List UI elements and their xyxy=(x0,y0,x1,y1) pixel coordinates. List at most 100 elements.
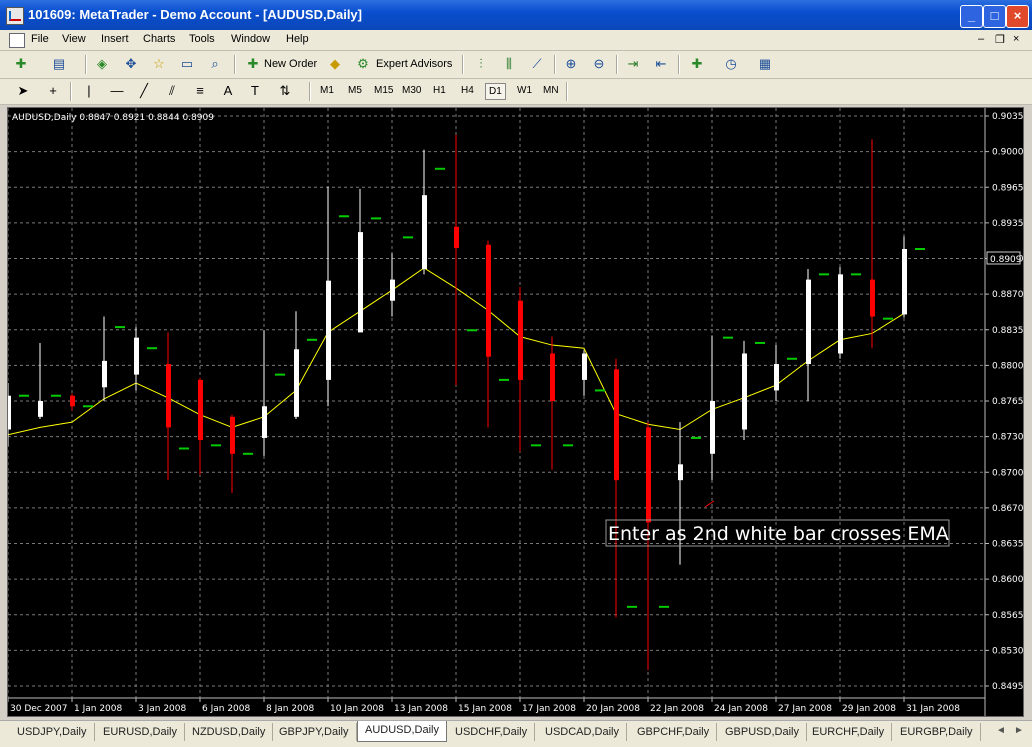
tab-audusd[interactable]: AUDUSD,Daily xyxy=(357,721,447,742)
timeframe-m5[interactable]: M5 xyxy=(348,85,362,96)
price-tick-label: 0.8700 xyxy=(992,468,1023,478)
standard-toolbar: ✚ ▤ ◈ ✥ ☆ ▭ ⌕ ✚ New Order ◆ ⚙ Expert Adv… xyxy=(0,51,1032,79)
tab-eurusd[interactable]: EURUSD,Daily xyxy=(96,723,185,741)
timeframe-mn[interactable]: MN xyxy=(543,85,559,96)
candle-body xyxy=(70,395,75,407)
periods-clock-icon[interactable]: ◷ xyxy=(722,56,740,72)
chart-window[interactable]: 0.90350.90000.89650.89350.89000.88700.88… xyxy=(7,107,1024,717)
tab-gbpjpy[interactable]: GBPJPY,Daily xyxy=(272,723,357,741)
candle-body xyxy=(8,395,11,430)
time-tick-label: 29 Jan 2008 xyxy=(842,704,896,714)
horizontal-line-icon[interactable]: — xyxy=(108,83,126,99)
tab-eurchf[interactable]: EURCHF,Daily xyxy=(805,723,893,741)
terminal-icon[interactable]: ▭ xyxy=(178,56,196,72)
zoom-in-icon[interactable]: ⊕ xyxy=(562,56,580,72)
time-tick-label: 24 Jan 2008 xyxy=(714,704,768,714)
menu-tools[interactable]: Tools xyxy=(189,33,215,45)
time-tick-label: 22 Jan 2008 xyxy=(650,704,704,714)
tab-scroll-left-icon[interactable]: ◄ xyxy=(996,725,1006,736)
candle xyxy=(102,316,107,401)
fibonacci-icon[interactable]: ≡ xyxy=(191,83,209,99)
price-tick-label: 0.8965 xyxy=(992,183,1023,193)
price-chart[interactable]: 0.90350.90000.89650.89350.89000.88700.88… xyxy=(8,108,1023,716)
zoom-out-icon[interactable]: ⊖ xyxy=(590,56,608,72)
timeframe-d1[interactable]: D1 xyxy=(485,83,506,100)
expert-advisors-icon[interactable]: ⚙ xyxy=(354,56,372,72)
mdi-minimize-button[interactable]: – xyxy=(978,33,984,45)
candlestick-icon[interactable]: ⫼ xyxy=(500,56,518,72)
candle-body xyxy=(422,195,427,270)
tab-gbpusd[interactable]: GBPUSD,Daily xyxy=(718,723,807,741)
menu-file[interactable]: File xyxy=(31,33,49,45)
candle-body xyxy=(678,464,683,481)
candle-body xyxy=(550,353,555,401)
tab-eurgbp[interactable]: EURGBP,Daily xyxy=(893,723,981,741)
tab-usdchf[interactable]: USDCHF,Daily xyxy=(448,723,536,741)
vertical-line-icon[interactable]: | xyxy=(80,83,98,99)
time-tick-label: 20 Jan 2008 xyxy=(586,704,640,714)
timeframe-m30[interactable]: M30 xyxy=(402,85,421,96)
timeframe-m1[interactable]: M1 xyxy=(320,85,334,96)
profiles-icon[interactable]: ▤ xyxy=(50,56,68,72)
navigator-icon[interactable]: ✥ xyxy=(122,56,140,72)
bar-chart-icon[interactable]: ⫶ xyxy=(472,56,490,72)
candle-body xyxy=(102,360,107,388)
menu-window[interactable]: Window xyxy=(231,33,270,45)
equidistant-channel-icon[interactable]: ⫽ xyxy=(163,83,181,99)
templates-icon[interactable]: ▦ xyxy=(756,56,774,72)
candle-body xyxy=(134,337,139,375)
close-button[interactable]: × xyxy=(1006,5,1029,28)
price-tick-label: 0.8635 xyxy=(992,540,1023,550)
tab-scroll-right-icon[interactable]: ► xyxy=(1014,725,1024,736)
indicators-icon[interactable]: ✚ xyxy=(688,56,706,72)
line-chart-icon[interactable]: ⟋ xyxy=(528,56,546,72)
menu-charts[interactable]: Charts xyxy=(143,33,175,45)
time-tick-label: 13 Jan 2008 xyxy=(394,704,448,714)
time-axis: 30 Dec 2007 1 Jan 2008 3 Jan 2008 6 Jan 200… xyxy=(8,697,985,714)
arrows-icon[interactable]: ⇅ xyxy=(276,83,294,99)
document-icon[interactable] xyxy=(9,33,25,48)
cursor-icon[interactable]: ➤ xyxy=(14,83,32,99)
menu-help[interactable]: Help xyxy=(286,33,309,45)
new-chart-icon[interactable]: ✚ xyxy=(12,56,30,72)
tab-nzdusd[interactable]: NZDUSD,Daily xyxy=(185,723,274,741)
candle xyxy=(774,345,779,401)
timeframe-w1[interactable]: W1 xyxy=(517,85,532,96)
candle-body xyxy=(262,406,267,438)
timeframe-h1[interactable]: H1 xyxy=(433,85,446,96)
maximize-button[interactable]: □ xyxy=(983,5,1006,28)
text-label-icon[interactable]: T xyxy=(246,83,264,99)
metaeditor-icon[interactable]: ◆ xyxy=(326,56,344,72)
metatrader-app-icon[interactable] xyxy=(6,7,24,25)
candle xyxy=(902,236,907,318)
new-order-icon[interactable]: ✚ xyxy=(244,56,262,72)
candle xyxy=(262,330,267,456)
crosshair-icon[interactable]: + xyxy=(44,83,62,99)
chart-shift-icon[interactable]: ⇤ xyxy=(652,56,670,72)
strategy-tester-icon[interactable]: ⌕ xyxy=(206,56,224,72)
mdi-close-button[interactable]: × xyxy=(1013,33,1019,45)
tab-usdcad[interactable]: USDCAD,Daily xyxy=(538,723,627,741)
menu-view[interactable]: View xyxy=(62,33,86,45)
new-order-button[interactable]: New Order xyxy=(264,58,317,70)
candle xyxy=(294,311,299,419)
menu-insert[interactable]: Insert xyxy=(101,33,129,45)
candle xyxy=(70,393,75,411)
mdi-restore-button[interactable]: ❐ xyxy=(995,33,1005,46)
tab-gbpchf[interactable]: GBPCHF,Daily xyxy=(630,723,718,741)
price-tick-label: 0.9000 xyxy=(992,148,1023,158)
favorites-icon[interactable]: ☆ xyxy=(150,56,168,72)
timeframe-m15[interactable]: M15 xyxy=(374,85,393,96)
candle-body xyxy=(710,401,715,454)
trendline-icon[interactable]: ╱ xyxy=(135,83,153,99)
expert-advisors-button[interactable]: Expert Advisors xyxy=(376,58,452,70)
candle-body xyxy=(902,249,907,315)
auto-scroll-icon[interactable]: ⇥ xyxy=(624,56,642,72)
price-tick-label: 0.8835 xyxy=(992,326,1023,336)
market-watch-icon[interactable]: ◈ xyxy=(93,56,111,72)
timeframe-h4[interactable]: H4 xyxy=(461,85,474,96)
text-icon[interactable]: A xyxy=(219,83,237,99)
minimize-button[interactable]: _ xyxy=(960,5,983,28)
time-tick-label: 8 Jan 2008 xyxy=(266,704,314,714)
tab-usdjpy[interactable]: USDJPY,Daily xyxy=(10,723,95,741)
